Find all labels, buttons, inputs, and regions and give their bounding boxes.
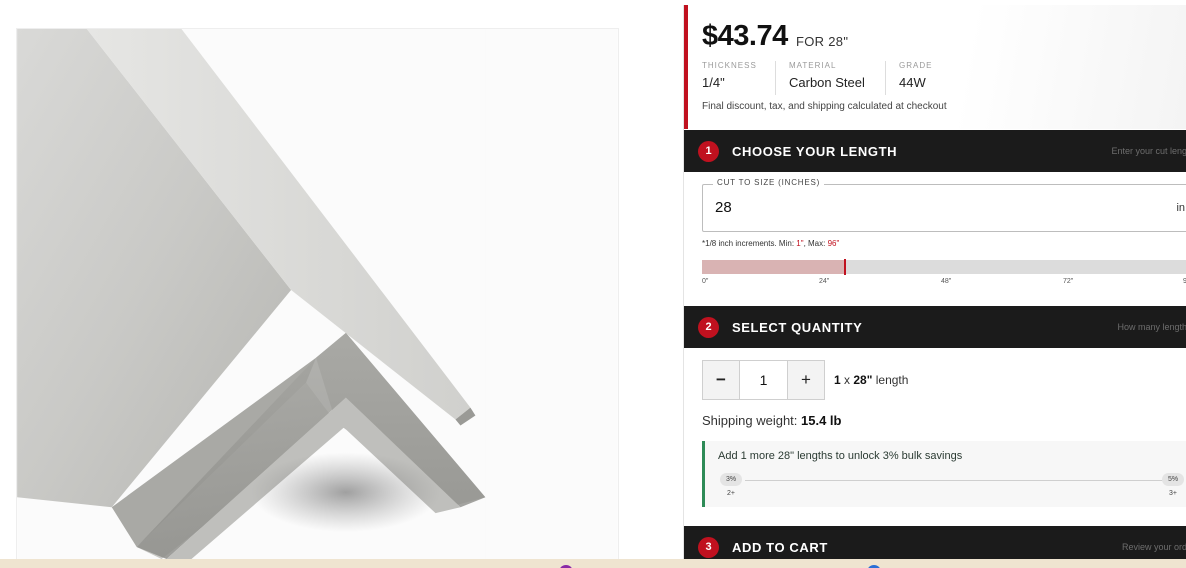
- step-choose-length-header: 1 CHOOSE YOUR LENGTH Enter your cut leng: [684, 130, 1186, 172]
- price-block: $43.74 FOR 28" THICKNESS 1/4" MATERIAL C…: [684, 5, 1186, 129]
- step-hint: How many length: [1117, 322, 1186, 332]
- increment-note-mid: , Max:: [803, 239, 828, 248]
- product-image: [16, 28, 619, 560]
- bulk-savings-box: Add 1 more 28" lengths to unlock 3% bulk…: [702, 441, 1186, 507]
- increment-note-text: *1/8 inch increments. Min:: [702, 239, 797, 248]
- bulk-progress-line: [745, 480, 1165, 481]
- spec-value: Carbon Steel: [789, 75, 865, 90]
- spec-divider: [885, 61, 886, 95]
- bulk-tier-badge: 5%: [1162, 473, 1184, 486]
- step-title: ADD TO CART: [732, 540, 828, 555]
- spec-value: 44W: [899, 75, 926, 90]
- quantity-summary: 1 x 28" length: [834, 373, 908, 387]
- spec-label: THICKNESS: [702, 61, 757, 70]
- summary-mid: x: [840, 373, 854, 387]
- summary-length: 28": [853, 373, 873, 387]
- min-length: 1": [796, 239, 804, 248]
- max-length: 96": [827, 239, 840, 248]
- shipping-weight: Shipping weight: 15.4 lb: [702, 413, 841, 428]
- configurator-panel: $43.74 FOR 28" THICKNESS 1/4" MATERIAL C…: [683, 5, 1186, 568]
- checkout-note: Final discount, tax, and shipping calcul…: [702, 101, 947, 112]
- step-number: 2: [698, 317, 719, 338]
- quantity-decrease-button[interactable]: −: [703, 361, 740, 399]
- quantity-increase-button[interactable]: +: [787, 361, 824, 399]
- step-hint: Review your ord: [1121, 542, 1186, 552]
- length-field: CUT TO SIZE (INCHES) in: [702, 178, 1186, 232]
- step-hint: Enter your cut leng: [1111, 146, 1186, 156]
- step-number: 1: [698, 141, 719, 162]
- spec-label: MATERIAL: [789, 61, 837, 70]
- spec-material: MATERIAL Carbon Steel: [789, 61, 865, 97]
- length-input[interactable]: [715, 199, 1135, 216]
- length-slider-fill: [702, 260, 845, 274]
- slider-tick: 72": [1063, 278, 1074, 285]
- taskbar-strip: [0, 559, 1186, 568]
- spec-divider: [775, 61, 776, 95]
- step-select-quantity-header: 2 SELECT QUANTITY How many length: [684, 306, 1186, 348]
- summary-count: 1: [834, 373, 841, 387]
- slider-tick: 0": [702, 278, 709, 285]
- length-slider[interactable]: [702, 259, 1186, 275]
- length-field-label: CUT TO SIZE (INCHES): [713, 178, 825, 187]
- shipping-weight-label: Shipping weight:: [702, 413, 802, 428]
- bulk-tier-qty: 2+: [727, 490, 735, 497]
- spec-thickness: THICKNESS 1/4": [702, 61, 757, 97]
- bulk-savings-message: Add 1 more 28" lengths to unlock 3% bulk…: [718, 450, 963, 462]
- increment-note: *1/8 inch increments. Min: 1", Max: 96": [702, 239, 839, 248]
- bulk-tier-badge: 3%: [720, 473, 742, 486]
- step-title: CHOOSE YOUR LENGTH: [732, 144, 898, 159]
- price: $43.74: [702, 20, 788, 52]
- shipping-weight-value: 15.4 lb: [801, 413, 842, 428]
- spec-value: 1/4": [702, 75, 725, 90]
- summary-suffix: length: [872, 373, 909, 387]
- length-slider-thumb[interactable]: [844, 259, 846, 275]
- slider-tick: 48": [941, 278, 952, 285]
- step-title: SELECT QUANTITY: [732, 320, 863, 335]
- quantity-stepper: − +: [702, 360, 825, 400]
- quantity-input[interactable]: [740, 361, 787, 399]
- step-number: 3: [698, 537, 719, 558]
- length-unit: in: [1176, 202, 1185, 214]
- bulk-tier-qty: 3+: [1169, 490, 1177, 497]
- spec-label: GRADE: [899, 61, 933, 70]
- steel-angle-bar-image: [17, 29, 618, 559]
- spec-grade: GRADE 44W: [899, 61, 932, 97]
- price-length: FOR 28": [796, 34, 849, 49]
- slider-tick: 24": [819, 278, 830, 285]
- product-page: $43.74 FOR 28" THICKNESS 1/4" MATERIAL C…: [0, 0, 1186, 568]
